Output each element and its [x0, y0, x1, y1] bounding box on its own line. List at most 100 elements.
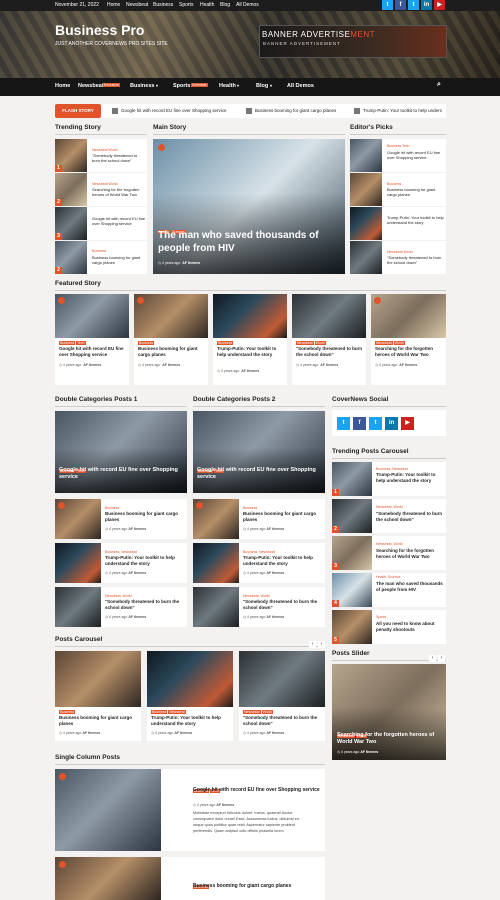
post-category[interactable]: Newsbeat, World [376, 505, 403, 509]
carousel-item[interactable]: 3 Newsbeat, World Searching for the forg… [332, 536, 446, 570]
nav-health[interactable]: Health [219, 83, 236, 89]
list-item[interactable]: Business, Newsbeat Trump-Putin: Your too… [55, 543, 187, 583]
post-title[interactable]: Google hit with record EU fine over Shop… [197, 467, 322, 481]
main-story-title[interactable]: The man who saved thousands of people fr… [158, 229, 338, 255]
top-link-newsbeat[interactable]: Newsbeat [126, 2, 148, 8]
nav-all-demos[interactable]: All Demos [287, 83, 314, 89]
post-title[interactable]: Business booming for giant cargo planes [243, 511, 323, 523]
category-badge[interactable]: World [261, 710, 273, 714]
youtube-icon[interactable]: ▶ [434, 0, 445, 10]
trending-item[interactable]: 1 Newsbeat World "Somebody threatened to… [55, 139, 147, 172]
flash-item[interactable]: Google hit with record EU fine over Shop… [121, 108, 227, 113]
post-title[interactable]: Trump-Putin: Your toolkit to help unders… [105, 555, 185, 567]
category-badge[interactable]: World [314, 341, 326, 345]
post-title[interactable]: "Somebody threatened to burn the school … [92, 153, 146, 163]
site-title[interactable]: Business Pro [55, 22, 144, 38]
single-post[interactable]: Business Business booming for giant carg… [55, 857, 325, 900]
category-badge[interactable]: Business [59, 710, 76, 714]
post-category[interactable]: Sports [376, 615, 386, 619]
post-title[interactable]: "Somebody threatened to burn the school … [387, 255, 444, 265]
featured-card[interactable]: Newsbeat World Searching for the forgotte… [371, 294, 446, 385]
post-title[interactable]: Searching for the forgotten heroes of Wo… [375, 346, 443, 358]
post-title[interactable]: Google hit with record EU fine over Shop… [387, 150, 444, 160]
post-title[interactable]: Business booming for giant cargo planes [387, 187, 444, 197]
editors-item[interactable]: Business Business booming for giant carg… [350, 173, 446, 206]
editors-item[interactable]: Newsbeat World "Somebody threatened to b… [350, 241, 446, 274]
carousel-card[interactable]: Newsbeat World "Somebody threatened to bu… [239, 651, 325, 741]
chevron-right-icon[interactable]: › [318, 641, 325, 648]
post-category[interactable]: Health, Science [376, 575, 401, 579]
top-link-blog[interactable]: Blog [220, 2, 230, 8]
category-badge[interactable]: Tech [76, 341, 86, 345]
post-title[interactable]: The man who saved thousands of people fr… [376, 581, 444, 593]
nav-blog[interactable]: Blog [256, 83, 268, 89]
lead-post-card[interactable]: Business Tech Google hit with record EU f… [193, 411, 325, 493]
flash-item[interactable]: Trump-Putin: Your toolkit to help unders [363, 108, 442, 113]
category-badge[interactable]: Business [138, 341, 155, 345]
post-title[interactable]: Business booming for giant cargo planes [59, 715, 139, 727]
top-link-home[interactable]: Home [107, 2, 120, 8]
list-item[interactable]: Newsbeat, World "Somebody threatened to … [193, 587, 325, 627]
post-title[interactable]: "Somebody threatened to burn the school … [243, 599, 323, 611]
post-title[interactable]: Google hit with record EU fine over Shop… [59, 467, 184, 481]
post-category[interactable]: Newsbeat World [92, 182, 118, 186]
post-title[interactable]: Trump-Putin: Your toolkit to help unders… [217, 346, 285, 358]
post-title[interactable]: Google hit with record EU fine over Shop… [193, 787, 321, 793]
post-title[interactable]: Trump-Putin: Your toolkit to help unders… [376, 472, 444, 484]
post-category[interactable]: Business Tech [387, 144, 410, 148]
featured-card[interactable]: Business Trump-Putin: Your toolkit to he… [213, 294, 287, 385]
post-title[interactable]: Searching for the forgotten heroes of Wo… [337, 732, 443, 746]
post-title[interactable]: All you need to know about penalty shoot… [376, 621, 444, 633]
featured-card[interactable]: Business Tech Google hit with record EU f… [55, 294, 129, 385]
slider-card[interactable]: Newsbeat World Searching for the forgotte… [332, 664, 446, 760]
post-category[interactable]: Business [92, 249, 106, 253]
post-category[interactable]: Business, Newsbeat [243, 550, 275, 554]
twitter-icon[interactable]: t [408, 0, 419, 10]
post-category[interactable]: Newsbeat, World [376, 542, 403, 546]
top-link-all-demos[interactable]: All Demos [236, 2, 259, 8]
chevron-left-icon[interactable]: ‹ [309, 641, 316, 648]
category-badge[interactable]: World [393, 341, 405, 345]
linkedin-icon[interactable]: in [421, 0, 432, 10]
carousel-item[interactable]: 1 Business, Newsbeat Trump-Putin: Your t… [332, 462, 446, 496]
featured-card[interactable]: Newsbeat World "Somebody threatened to bu… [292, 294, 366, 385]
post-category[interactable]: Business, Newsbeat [376, 467, 408, 471]
post-title[interactable]: Searching for the forgotten heroes of Wo… [92, 187, 146, 197]
post-title[interactable]: "Somebody threatened to burn the school … [376, 511, 444, 523]
post-category[interactable]: Business, Newsbeat [105, 550, 137, 554]
banner-ad[interactable]: BANNER ADVERTISEMENT BANNER ADVERTISEMEN… [259, 25, 447, 58]
featured-card[interactable]: Business Business booming for giant carg… [134, 294, 208, 385]
post-category[interactable]: Business [387, 182, 401, 186]
category-badge[interactable]: Business [217, 341, 234, 345]
post-title[interactable]: Trump-Putin: Your toolkit to help unders… [387, 215, 444, 225]
lead-post-card[interactable]: Business Tech Google hit with record EU f… [55, 411, 187, 493]
post-category[interactable]: Newsbeat, World [105, 594, 132, 598]
post-category[interactable]: Business [243, 506, 257, 510]
top-link-health[interactable]: Health [200, 2, 214, 8]
post-title[interactable]: Business booming for giant cargo planes [92, 255, 146, 265]
post-title[interactable]: Google hit with record EU fine over Shop… [59, 346, 127, 358]
category-badge[interactable]: Newsbeat [375, 341, 393, 345]
post-title[interactable]: "Somebody threatened to burn the school … [105, 599, 185, 611]
post-title[interactable]: Google hit with record EU fine over Shop… [92, 216, 146, 226]
chevron-right-icon[interactable]: › [438, 655, 445, 662]
carousel-item[interactable]: 2 Newsbeat, World "Somebody threatened t… [332, 499, 446, 533]
post-category[interactable]: Newsbeat, World [243, 594, 270, 598]
linkedin-icon[interactable]: in [385, 417, 398, 430]
carousel-card[interactable]: Business Newsbeat Trump-Putin: Your toolk… [147, 651, 233, 741]
post-category[interactable]: Business [105, 506, 119, 510]
youtube-icon[interactable]: ▶ [401, 417, 414, 430]
post-title[interactable]: Business booming for giant cargo planes [193, 883, 321, 889]
carousel-item[interactable]: 5 Sports All you need to know about pena… [332, 610, 446, 644]
category-badge[interactable]: Newsbeat [296, 341, 314, 345]
search-icon[interactable]: ⌕ [437, 81, 441, 89]
trending-item[interactable]: 2 Business Business booming for giant ca… [55, 241, 147, 274]
list-item[interactable]: Business Business booming for giant carg… [193, 499, 325, 539]
post-category[interactable]: Newsbeat World [92, 148, 118, 152]
nav-business[interactable]: Business [130, 83, 154, 89]
post-title[interactable]: "Somebody threatened to burn the school … [296, 346, 364, 358]
nav-newsbeat[interactable]: Newsbeat [78, 83, 104, 89]
flash-item[interactable]: Business booming for giant cargo planes [255, 108, 336, 113]
post-title[interactable]: Business booming for giant cargo planes [138, 346, 206, 358]
post-title[interactable]: Business booming for giant cargo planes [105, 511, 185, 523]
